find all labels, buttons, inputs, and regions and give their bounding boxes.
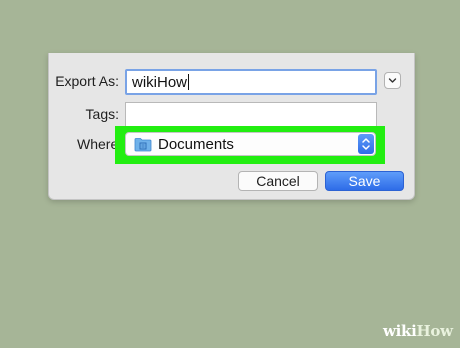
where-label: Where [77, 136, 119, 152]
tags-field[interactable] [125, 102, 377, 127]
watermark-how: How [416, 322, 454, 340]
text-caret [188, 74, 190, 90]
up-down-chevron-icon [362, 138, 370, 150]
folder-icon [134, 138, 152, 152]
chevron-down-icon [388, 78, 397, 83]
export-as-value: wikiHow [132, 74, 188, 91]
expand-dialog-button[interactable] [384, 72, 401, 89]
cancel-button[interactable]: Cancel [238, 171, 318, 191]
save-button[interactable]: Save [325, 171, 404, 191]
where-popup-button[interactable]: Documents [125, 132, 376, 156]
export-as-label: Export As: [55, 73, 119, 89]
tags-label: Tags: [85, 106, 119, 122]
export-dialog: Export As: wikiHow Tags: Where Documents… [48, 53, 415, 200]
export-as-field[interactable]: wikiHow [125, 69, 377, 95]
wikihow-watermark: wikiHow [383, 322, 453, 340]
watermark-wiki: wiki [383, 322, 417, 340]
popup-arrows [358, 134, 374, 154]
where-value: Documents [158, 136, 234, 153]
